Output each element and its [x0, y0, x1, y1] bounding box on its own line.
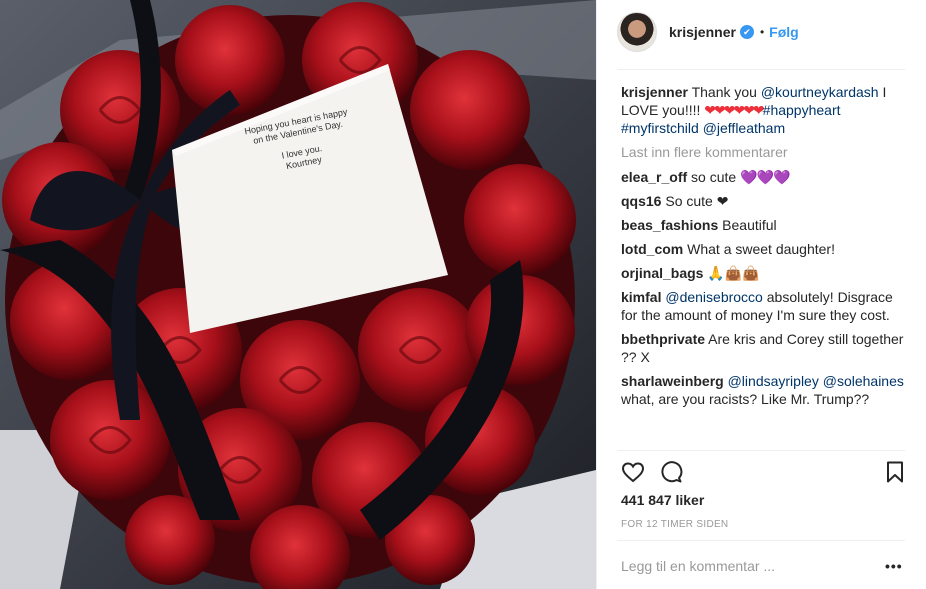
comment-item: kimfal @denisebrocco absolutely! Disgrac…: [621, 288, 911, 324]
caption: krisjenner Thank you @kourtneykardash I …: [621, 83, 911, 137]
comment-mention[interactable]: @denisebrocco: [665, 289, 763, 305]
comment-item: qqs16 So cute ❤: [621, 192, 911, 210]
comment-item: lotd_com What a sweet daughter!: [621, 240, 911, 258]
post-photo[interactable]: Hoping you heart is happy on the Valentin…: [0, 0, 596, 589]
comment-text: So cute ❤: [665, 193, 729, 209]
comment-username[interactable]: sharlaweinberg: [621, 373, 724, 389]
post-header: krisjenner ✔ • Følg: [617, 12, 799, 52]
load-more-comments[interactable]: Last inn flere kommentarer: [621, 143, 911, 161]
comment-text: what, are you racists? Like Mr. Trump??: [621, 391, 870, 407]
header-divider: [617, 69, 905, 70]
comment-username[interactable]: elea_r_off: [621, 169, 687, 185]
comment-item: bbethprivate Are kris and Corey still to…: [621, 330, 911, 366]
comment-text: Beautiful: [722, 217, 777, 233]
comment-text: 🙏👜👜: [707, 265, 760, 281]
username-link[interactable]: krisjenner: [669, 24, 736, 40]
comment-username[interactable]: lotd_com: [621, 241, 683, 257]
comment-mention[interactable]: @lindsayripley: [728, 373, 819, 389]
post-sidebar: krisjenner ✔ • Følg krisjenner Thank you…: [596, 0, 926, 589]
comment-item: beas_fashions Beautiful: [621, 216, 911, 234]
add-comment-input[interactable]: Legg til en kommentar ...: [621, 558, 861, 574]
comment-username[interactable]: qqs16: [621, 193, 661, 209]
mention-jeffleatham[interactable]: @jeffleatham: [703, 120, 785, 136]
heart-emojis: ❤❤❤❤❤❤: [704, 102, 764, 118]
comment-username[interactable]: kimfal: [621, 289, 661, 305]
more-options-button[interactable]: •••: [885, 558, 903, 574]
actions-divider: [617, 450, 905, 451]
comment-username[interactable]: beas_fashions: [621, 217, 718, 233]
comment-item: elea_r_off so cute 💜💜💜: [621, 168, 911, 186]
follow-button[interactable]: Følg: [769, 24, 799, 40]
comment-username[interactable]: bbethprivate: [621, 331, 705, 347]
comment-text: What a sweet daughter!: [687, 241, 835, 257]
caption-text: Thank you: [691, 84, 761, 100]
avatar[interactable]: [617, 12, 657, 52]
roses-image: [0, 0, 596, 589]
heart-icon[interactable]: [621, 460, 645, 484]
comment-text: so cute: [691, 169, 741, 185]
comment-list: krisjenner Thank you @kourtneykardash I …: [621, 83, 911, 414]
instagram-post: Hoping you heart is happy on the Valentin…: [0, 0, 926, 589]
comment-divider: [617, 540, 905, 541]
bookmark-icon[interactable]: [883, 460, 907, 484]
comment-icon[interactable]: [659, 460, 683, 484]
post-timestamp[interactable]: FOR 12 TIMER SIDEN: [621, 519, 728, 530]
caption-mention[interactable]: @kourtneykardash: [761, 84, 879, 100]
caption-username[interactable]: krisjenner: [621, 84, 688, 100]
comment-emoji: 💜💜💜: [740, 169, 790, 185]
comment-item: sharlaweinberg @lindsayripley @solehaine…: [621, 372, 911, 408]
hashtag-happyheart[interactable]: #happyheart: [763, 102, 841, 118]
comment-item: orjinal_bags 🙏👜👜: [621, 264, 911, 282]
comment-mention[interactable]: @solehaines: [823, 373, 904, 389]
separator-dot: •: [759, 25, 765, 39]
like-count[interactable]: 441 847 liker: [621, 492, 704, 508]
action-bar: [621, 460, 909, 484]
hashtag-myfirstchild[interactable]: #myfirstchild: [621, 120, 699, 136]
comment-username[interactable]: orjinal_bags: [621, 265, 703, 281]
verified-badge-icon: ✔: [739, 25, 754, 39]
